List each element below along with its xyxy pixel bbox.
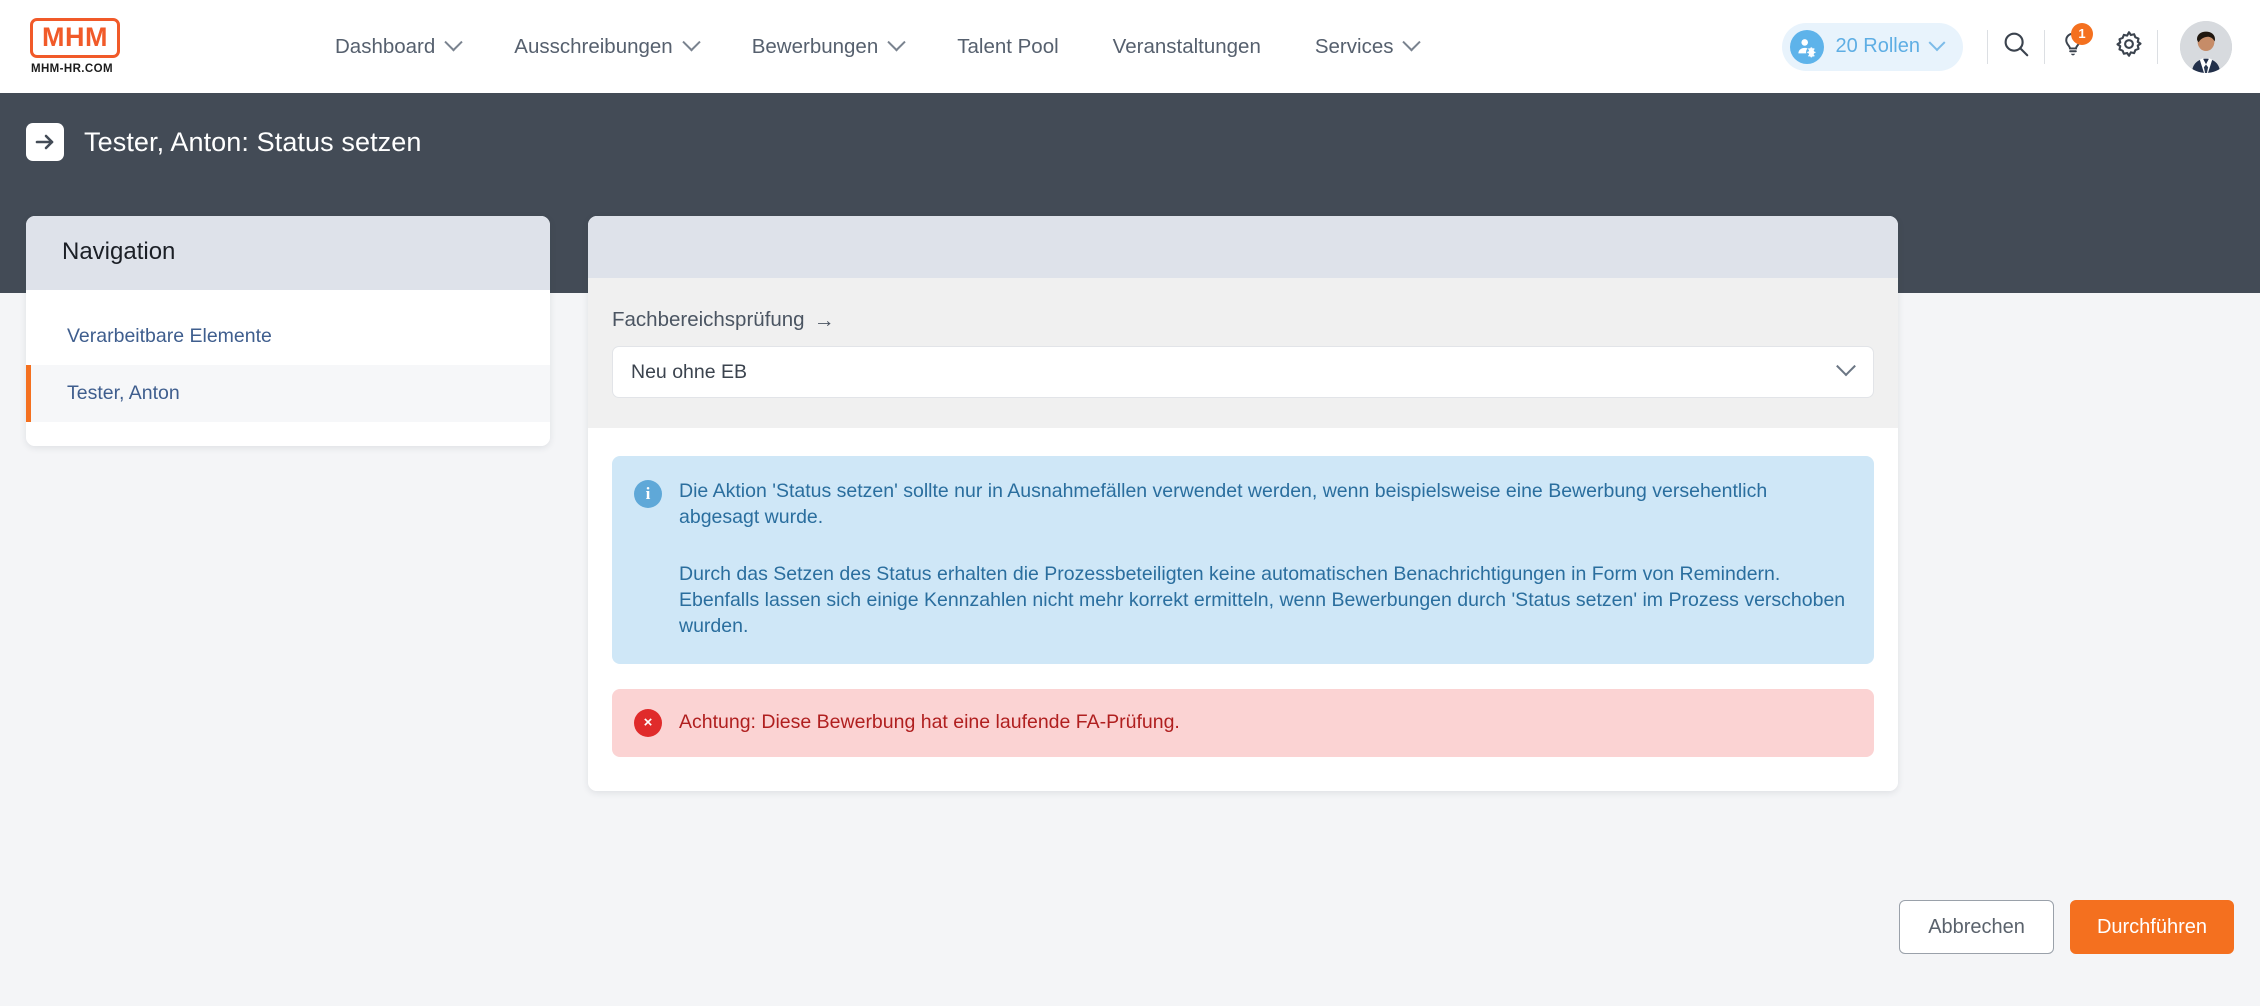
navigation-card-title: Navigation <box>62 238 176 265</box>
chevron-down-icon <box>1836 356 1856 377</box>
status-select[interactable]: Neu ohne EB <box>612 346 1874 398</box>
arrow-right-icon: → <box>813 308 835 332</box>
cancel-button[interactable]: Abbrechen <box>1899 900 2054 954</box>
nav-item-label: Talent Pool <box>957 34 1059 58</box>
brand-subtitle: MHM-HR.COM <box>31 62 113 75</box>
content-area: Navigation Verarbeitbare Elemente Tester… <box>0 216 2260 791</box>
nav-item-label: Ausschreibungen <box>514 34 673 58</box>
sidebar-item-verarbeitbare-elemente[interactable]: Verarbeitbare Elemente <box>26 308 550 365</box>
nav-item-talent-pool[interactable]: Talent Pool <box>930 27 1085 67</box>
user-gear-icon <box>1790 29 1825 64</box>
info-circle-icon: i <box>634 480 662 508</box>
main-navigation: Dashboard Ausschreibungen Bewerbungen Ta… <box>308 27 1782 67</box>
settings-button[interactable] <box>2101 22 2157 72</box>
top-bar: MHM MHM-HR.COM Dashboard Ausschreibungen… <box>0 0 2260 93</box>
status-select-value: Neu ohne EB <box>631 360 748 383</box>
nav-item-ausschreibungen[interactable]: Ausschreibungen <box>487 27 724 67</box>
nav-item-veranstaltungen[interactable]: Veranstaltungen <box>1086 27 1288 67</box>
page-title-row: Tester, Anton: Status setzen <box>26 93 2260 161</box>
brand-logo-text: MHM <box>30 18 120 58</box>
nav-item-services[interactable]: Services <box>1288 27 1446 67</box>
nav-item-label: Services <box>1314 34 1394 58</box>
error-alert-text: Achtung: Diese Bewerbung hat eine laufen… <box>679 711 1180 734</box>
status-form-section: Fachbereichsprüfung → Neu ohne EB <box>588 278 1898 428</box>
nav-item-bewerbungen[interactable]: Bewerbungen <box>725 27 931 67</box>
avatar[interactable] <box>2180 20 2232 73</box>
roles-label: 20 Rollen <box>1835 35 1920 57</box>
nav-item-label: Bewerbungen <box>751 34 879 58</box>
field-label-text: Fachbereichsprüfung <box>612 308 805 331</box>
info-alert-paragraph-2: Durch das Setzen des Status erhalten die… <box>679 562 1846 638</box>
divider <box>2157 29 2158 64</box>
page-title: Tester, Anton: Status setzen <box>84 126 422 157</box>
info-alert-text: Die Aktion 'Status setzen' sollte nur in… <box>679 478 1850 640</box>
submit-button[interactable]: Durchführen <box>2069 900 2234 954</box>
chevron-down-icon <box>887 33 906 52</box>
navigation-card: Navigation Verarbeitbare Elemente Tester… <box>26 216 550 446</box>
main-card-body: i Die Aktion 'Status setzen' sollte nur … <box>588 428 1898 791</box>
notification-badge: 1 <box>2071 22 2093 45</box>
chevron-down-icon <box>1928 33 1946 51</box>
brand-logo[interactable]: MHM MHM-HR.COM <box>30 18 138 75</box>
main-card-header <box>588 216 1898 278</box>
search-icon <box>2001 29 2031 64</box>
search-button[interactable] <box>1988 22 2044 72</box>
error-circle-icon: × <box>634 708 662 737</box>
footer-actions: Abbrechen Durchführen <box>0 900 2260 954</box>
roles-selector[interactable]: 20 Rollen <box>1782 22 1963 71</box>
navigation-card-body: Verarbeitbare Elemente Tester, Anton <box>26 290 550 446</box>
nav-item-label: Veranstaltungen <box>1112 34 1261 58</box>
main-card: Fachbereichsprüfung → Neu ohne EB i Die … <box>588 216 1898 791</box>
navigation-card-header: Navigation <box>26 216 550 290</box>
field-label-fachbereichspruefung: Fachbereichsprüfung → <box>612 308 1874 332</box>
top-bar-actions: 20 Rollen 1 <box>1782 20 2232 73</box>
chevron-down-icon <box>682 33 701 52</box>
chevron-down-icon <box>444 33 463 52</box>
user-avatar <box>2180 20 2232 73</box>
error-alert: × Achtung: Diese Bewerbung hat eine lauf… <box>612 688 1874 757</box>
info-alert: i Die Aktion 'Status setzen' sollte nur … <box>612 456 1874 664</box>
nav-item-label: Dashboard <box>335 34 436 58</box>
nav-item-dashboard[interactable]: Dashboard <box>308 27 487 67</box>
info-alert-paragraph-1: Die Aktion 'Status setzen' sollte nur in… <box>679 480 1768 529</box>
gear-icon <box>2114 29 2144 64</box>
arrow-right-box-icon <box>26 123 64 161</box>
tips-button[interactable]: 1 <box>2045 22 2101 72</box>
chevron-down-icon <box>1402 33 1422 52</box>
sidebar-item-tester-anton[interactable]: Tester, Anton <box>26 365 550 422</box>
